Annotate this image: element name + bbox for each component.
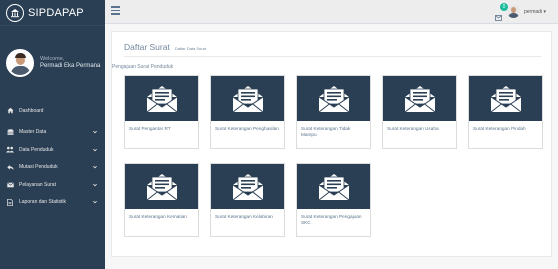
card-label: Surat Keterangan Pengajuan SKC (301, 214, 362, 225)
menu-toggle-icon[interactable] (111, 6, 120, 15)
sidebar-item-label: Mutasi Penduduk (19, 164, 58, 171)
envelope-letter-icon (297, 164, 370, 209)
sidebar-item-pelayanan-surat[interactable]: Pelayanan Surat (0, 176, 105, 194)
envelope-letter-icon (297, 76, 370, 121)
sidebar-item-mutasi-penduduk[interactable]: Mutasi Penduduk (0, 159, 105, 177)
letter-card[interactable]: Surat Keterangan Tidak Mampu (296, 75, 371, 149)
brand[interactable]: SIPDAPAP (0, 0, 105, 26)
user-name: permadi (524, 9, 543, 15)
letter-card[interactable]: Surat Keterangan Penghasilan (210, 75, 285, 149)
letter-card[interactable]: Surat Keterangan Pengajuan SKC (296, 163, 371, 237)
divider (124, 56, 541, 57)
chevron-down-icon: ▾ (543, 9, 546, 15)
sidebar-item-label: Master Data (19, 129, 47, 136)
letter-card[interactable]: Surat Keterangan Kematian (124, 163, 199, 237)
content-panel: Daftar Surat Daftar Data Surat Pengajuan… (111, 31, 552, 257)
letter-card[interactable]: Surat Pengantar RT (124, 75, 199, 149)
profile: Welcome, Permadi Eka Permana (0, 26, 105, 90)
reply-icon (6, 163, 14, 171)
card-label: Surat Keterangan Penghasilan (215, 126, 279, 131)
envelope-icon (6, 181, 14, 189)
file-icon (6, 198, 14, 206)
section-label: Pengajuan Surat Penduduk (112, 64, 174, 70)
letter-card[interactable]: Surat Keterangan Pindah (468, 75, 543, 149)
envelope-letter-icon (125, 76, 198, 121)
brand-name: SIPDAPAP (28, 6, 84, 19)
profile-name: Permadi Eka Permana (40, 63, 101, 69)
card-label: Surat Pengantar RT (129, 126, 171, 131)
users-icon (6, 146, 14, 154)
card-label: Surat Keterangan Kelahiran (215, 214, 273, 219)
sidebar-item-label: Laporan dan Statistik (19, 199, 66, 206)
sidebar-item-label: Pelayanan Surat (19, 181, 56, 188)
envelope-letter-icon (383, 76, 456, 121)
sidebar-item-data-penduduk[interactable]: Data Penduduk (0, 141, 105, 159)
chevron-down-icon (93, 148, 97, 152)
user-avatar[interactable] (507, 5, 520, 18)
sidebar-item-master-data[interactable]: Master Data (0, 124, 105, 142)
chevron-down-icon (93, 165, 97, 169)
envelope-letter-icon (125, 164, 198, 209)
envelope-letter-icon (211, 164, 284, 209)
card-label: Surat Keterangan Pindah (473, 126, 526, 131)
letter-card[interactable]: Surat Keterangan Kelahiran (210, 163, 285, 237)
sidebar-item-label: Data Penduduk (19, 146, 54, 153)
sidebar-item-label: Dashboard (19, 107, 44, 114)
avatar (6, 49, 34, 77)
welcome-text: Welcome, (40, 56, 65, 62)
envelope-letter-icon (211, 76, 284, 121)
chevron-down-icon (93, 130, 97, 134)
page-subtitle: Daftar Data Surat (174, 46, 206, 51)
sidebar: SIPDAPAP Welcome, Permadi Eka Permana Da… (0, 0, 105, 269)
building-icon (6, 3, 24, 22)
chevron-down-icon (93, 183, 97, 187)
chevron-down-icon (93, 200, 97, 204)
page-title: Daftar Surat (124, 42, 170, 52)
envelope-icon (495, 15, 502, 21)
sidebar-item-dashboard[interactable]: Dashboard (0, 102, 105, 120)
sidebar-item-laporan-dan-statistik[interactable]: Laporan dan Statistik (0, 194, 105, 212)
card-label: Surat Keterangan Tidak Mampu (301, 126, 351, 137)
envelope-letter-icon (469, 76, 542, 121)
home-icon (6, 107, 14, 115)
main-content: Daftar Surat Daftar Data Surat Pengajuan… (105, 24, 558, 269)
topbar: 0 permadi ▾ (105, 0, 558, 24)
sidebar-menu: Dashboard Master Data Data Penduduk Mutasi … (0, 102, 105, 211)
user-menu[interactable]: permadi ▾ (524, 9, 546, 15)
card-label: Surat Keterangan Usaha (387, 126, 439, 131)
letter-card[interactable]: Surat Keterangan Usaha (382, 75, 457, 149)
database-icon (6, 128, 14, 136)
card-label: Surat Keterangan Kematian (129, 214, 187, 219)
